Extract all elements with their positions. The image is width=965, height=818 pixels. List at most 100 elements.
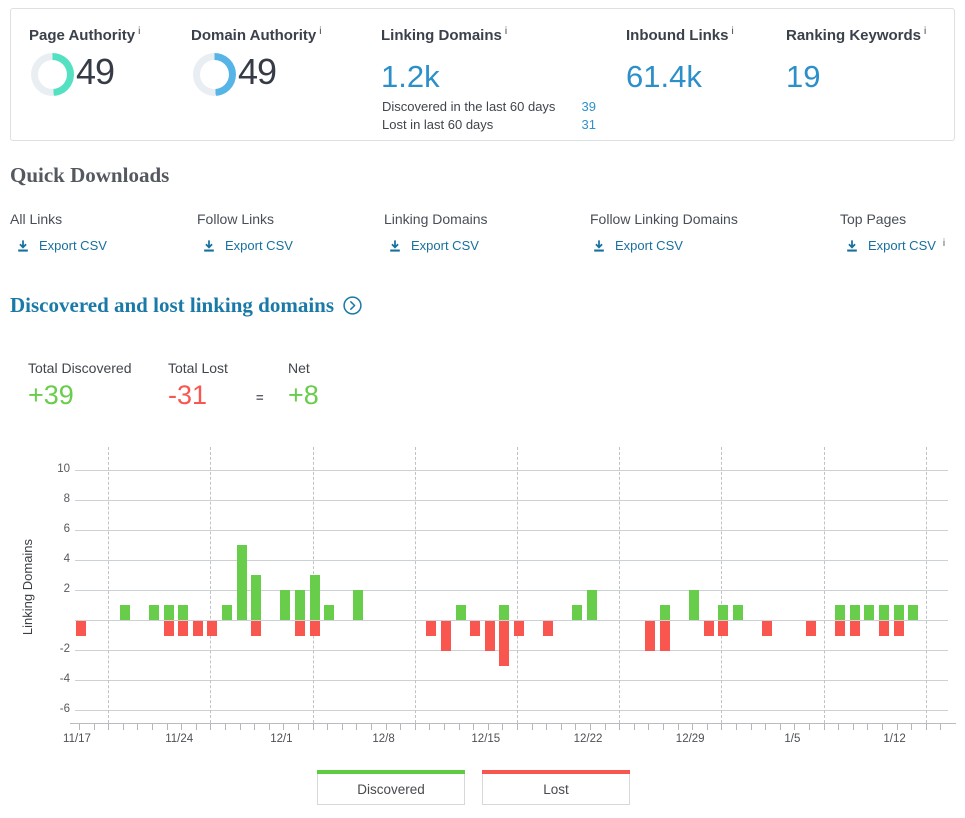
gridline (75, 500, 948, 501)
y-tick-label: -2 (28, 643, 70, 655)
x-axis-tick (240, 724, 241, 730)
bar-discovered-12/21 (572, 605, 582, 620)
gridline (75, 470, 948, 471)
total-discovered-label: Total Discovered (28, 360, 132, 376)
bar-lost-12/11 (426, 621, 436, 636)
gridline (75, 530, 948, 531)
x-axis-tick (459, 724, 460, 730)
download-icon (592, 239, 606, 253)
bar-discovered-11/23 (164, 605, 174, 620)
bar-discovered-1/1 (733, 605, 743, 620)
discovered-60-days-label: Discovered in the last 60 days (382, 98, 555, 116)
bar-lost-12/12 (441, 621, 451, 651)
gridline-dashed (517, 447, 518, 723)
bar-lost-1/6 (806, 621, 816, 636)
x-axis-tick (882, 724, 883, 730)
ranking-keywords-label: Ranking Keywordsi (786, 26, 926, 44)
bar-lost-11/17 (76, 621, 86, 636)
gridline-dashed (619, 447, 620, 723)
lost-60-days-label: Lost in last 60 days (382, 116, 493, 134)
linking-domains-label: Linking Domainsi (381, 26, 507, 44)
x-tick-label: 11/17 (47, 733, 107, 745)
info-icon[interactable]: i (505, 26, 507, 37)
x-axis-tick (181, 724, 182, 730)
equals-sign: = (256, 390, 264, 405)
bar-discovered-12/13 (456, 605, 466, 620)
x-axis-tick (269, 724, 270, 730)
x-axis-tick (137, 724, 138, 730)
follow-links-label: Follow Links (197, 211, 274, 227)
chevron-right-circle-icon[interactable] (343, 296, 362, 315)
y-tick-label: 2 (28, 583, 70, 595)
y-tick-label: 10 (28, 463, 70, 475)
y-tick-label: -6 (28, 703, 70, 715)
bar-discovered-11/28 (237, 545, 247, 620)
export-csv-top-pages[interactable]: Export CSV i (845, 238, 945, 253)
gridline (75, 710, 948, 711)
info-icon[interactable]: i (943, 238, 945, 249)
x-axis-tick (619, 724, 620, 730)
bar-lost-1/3 (762, 621, 772, 636)
y-tick-label: 6 (28, 523, 70, 535)
discovered-lost-section-title[interactable]: Discovered and lost linking domains (10, 293, 362, 318)
gridline-dashed (415, 447, 416, 723)
top-pages-label: Top Pages (840, 211, 906, 227)
download-icon (388, 239, 402, 253)
x-axis-tick (502, 724, 503, 730)
gridline-dashed (108, 447, 109, 723)
bar-discovered-1/9 (850, 605, 860, 620)
info-icon[interactable]: i (924, 26, 926, 37)
x-axis-tick (473, 724, 474, 730)
legend-lost[interactable]: Lost (482, 774, 630, 805)
gridline (75, 650, 948, 651)
all-links-label: All Links (10, 211, 62, 227)
page-authority-label: Page Authorityi (29, 26, 140, 44)
section-title-text: Discovered and lost linking domains (10, 293, 334, 318)
export-csv-linking-domains[interactable]: Export CSV (388, 238, 479, 253)
x-axis-tick (254, 724, 255, 730)
legend-discovered[interactable]: Discovered (317, 774, 465, 805)
gridline (75, 560, 948, 561)
x-tick-label: 1/12 (865, 733, 925, 745)
bar-lost-12/17 (514, 621, 524, 636)
x-axis-tick (327, 724, 328, 730)
bar-discovered-12/3 (310, 575, 320, 620)
bar-lost-12/16 (499, 621, 509, 666)
bar-lost-1/11 (879, 621, 889, 636)
export-csv-follow-links[interactable]: Export CSV (202, 238, 293, 253)
linking-domains-dl-label: Linking Domains (384, 211, 488, 227)
x-axis-tick (532, 724, 533, 730)
bar-lost-12/2 (295, 621, 305, 636)
y-tick-label: -4 (28, 673, 70, 685)
follow-linking-domains-label: Follow Linking Domains (590, 211, 738, 227)
bar-discovered-1/8 (835, 605, 845, 620)
x-axis-tick (298, 724, 299, 730)
export-csv-all-links[interactable]: Export CSV (16, 238, 107, 253)
info-icon[interactable]: i (732, 26, 734, 37)
x-axis-tick (575, 724, 576, 730)
chart-legend: Discovered Lost (317, 774, 630, 805)
discovered-60-days-value: 39 (582, 98, 596, 116)
lost-60-days-row: Lost in last 60 days 31 (382, 116, 596, 134)
export-csv-follow-linking-domains[interactable]: Export CSV (592, 238, 683, 253)
total-lost-label: Total Lost (168, 360, 228, 376)
ranking-keywords-value: 19 (786, 59, 820, 95)
info-icon[interactable]: i (138, 26, 140, 37)
bar-discovered-11/20 (120, 605, 130, 620)
x-axis-tick (867, 724, 868, 730)
gridline-dashed (824, 447, 825, 723)
bar-lost-11/25 (193, 621, 203, 636)
domain-authority-value: 49 (238, 51, 276, 93)
bar-discovered-12/4 (324, 605, 334, 620)
bar-discovered-11/22 (149, 605, 159, 620)
x-axis-tick (313, 724, 314, 730)
bar-lost-11/29 (251, 621, 261, 636)
bar-lost-1/8 (835, 621, 845, 636)
linking-domains-value: 1.2k (381, 59, 440, 95)
x-axis-tick (926, 724, 927, 730)
y-tick-label: 4 (28, 553, 70, 565)
info-icon[interactable]: i (319, 26, 321, 37)
bar-discovered-12/6 (353, 590, 363, 620)
bar-lost-12/3 (310, 621, 320, 636)
x-tick-label: 12/22 (558, 733, 618, 745)
